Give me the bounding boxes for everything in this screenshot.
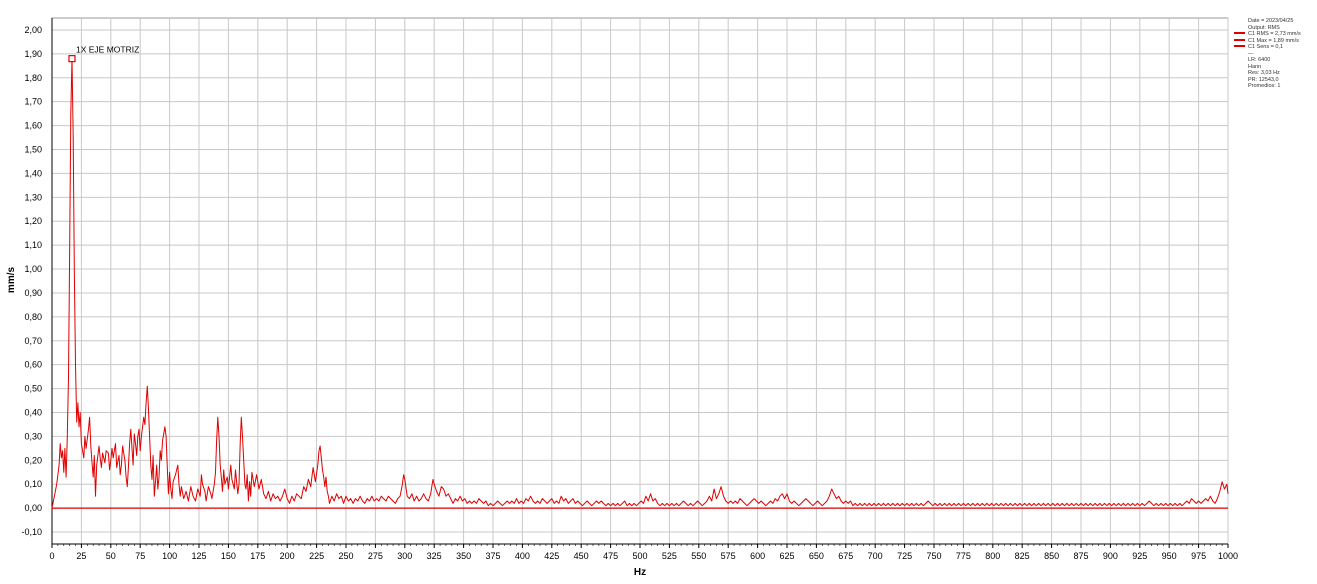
x-tick-label: 850 xyxy=(1044,551,1059,561)
x-tick-label: 275 xyxy=(368,551,383,561)
x-tick-label: 725 xyxy=(897,551,912,561)
x-tick-label: 425 xyxy=(544,551,559,561)
y-tick-label: 0,70 xyxy=(24,336,42,346)
y-axis-title: mm/s xyxy=(6,267,17,294)
x-tick-label: 0 xyxy=(49,551,54,561)
y-tick-label: 0,10 xyxy=(24,479,42,489)
x-tick-label: 250 xyxy=(338,551,353,561)
x-tick-labels: 0 25 50 75 100 125 150 175 200 225 250 275 300 325 350… xyxy=(49,551,1238,561)
x-tick-label: 1000 xyxy=(1218,551,1238,561)
y-tick-label: 1,20 xyxy=(24,216,42,226)
y-tick-label: 0,00 xyxy=(24,503,42,513)
x-tick-label: 325 xyxy=(427,551,442,561)
legend-swatch xyxy=(1234,45,1245,47)
x-tick-label: 25 xyxy=(76,551,86,561)
y-tick-label: 1,80 xyxy=(24,73,42,83)
x-tick-label: 125 xyxy=(191,551,206,561)
x-tick-label: 525 xyxy=(662,551,677,561)
x-tick-label: 750 xyxy=(926,551,941,561)
x-tick-label: 550 xyxy=(691,551,706,561)
y-tick-labels: -0,10 0,00 0,10 0,20 0,30 0,40 0,50 0,60 0,70 0,8… xyxy=(21,25,42,537)
x-tick-label: 350 xyxy=(456,551,471,561)
y-tick-label: 1,90 xyxy=(24,49,42,59)
y-tick-label: 1,30 xyxy=(24,192,42,202)
legend-text: LR: 6400 xyxy=(1248,57,1271,63)
x-tick-label: 600 xyxy=(750,551,765,561)
x-tick-label: 100 xyxy=(162,551,177,561)
x-tick-label: 800 xyxy=(985,551,1000,561)
legend-swatch xyxy=(1234,32,1245,34)
x-tick-label: 75 xyxy=(135,551,145,561)
legend-text: Res: 3,03 Hz xyxy=(1248,70,1280,76)
x-tick-label: 900 xyxy=(1103,551,1118,561)
x-tick-label: 500 xyxy=(632,551,647,561)
x-tick-label: 825 xyxy=(1015,551,1030,561)
legend-text: Hann xyxy=(1248,63,1262,70)
legend-text: C1 RMS = 2,73 mm/s xyxy=(1248,31,1301,37)
x-tick-label: 225 xyxy=(309,551,324,561)
peak-marker xyxy=(68,55,76,63)
x-tick-label: 650 xyxy=(809,551,824,561)
x-tick-label: 925 xyxy=(1132,551,1147,561)
legend-swatch xyxy=(1234,38,1245,41)
legend-text: C1 Sens = 0,1 xyxy=(1248,44,1284,50)
x-tick-label: 300 xyxy=(397,551,412,561)
x-tick-label: 50 xyxy=(106,551,116,561)
legend-text: — xyxy=(1248,50,1254,57)
grid xyxy=(51,17,1229,545)
legend-text: PR: 12543,0 xyxy=(1248,76,1279,83)
y-tick-label: 1,00 xyxy=(24,264,42,274)
x-tick-label: 875 xyxy=(1073,551,1088,561)
y-tick-label: 1,50 xyxy=(24,145,42,155)
x-tick-label: 150 xyxy=(221,551,236,561)
x-tick-label: 700 xyxy=(868,551,883,561)
y-tick-label: -0,10 xyxy=(21,527,42,537)
x-tick-label: 200 xyxy=(280,551,295,561)
y-tick-label: 0,20 xyxy=(24,455,42,465)
peak-annotation-label: 1X EJE MOTRIZ xyxy=(76,45,139,55)
legend-text: Date = 2023/04/25 xyxy=(1248,18,1294,24)
x-tick-label: 375 xyxy=(485,551,500,561)
x-tick-label: 975 xyxy=(1191,551,1206,561)
y-tick-label: 1,10 xyxy=(24,240,42,250)
legend-text: Promedios: 1 xyxy=(1248,83,1281,89)
y-tick-label: 0,40 xyxy=(24,408,42,418)
legend-text: C1 Max = 1,89 mm/s xyxy=(1248,37,1299,44)
y-tick-label: 0,30 xyxy=(24,431,42,441)
x-tick-label: 625 xyxy=(779,551,794,561)
y-tick-label: 0,50 xyxy=(24,384,42,394)
x-axis-title: Hz xyxy=(634,567,646,578)
y-tick-label: 1,70 xyxy=(24,97,42,107)
legend-text: Output: RMS xyxy=(1248,24,1280,31)
x-tick-label: 575 xyxy=(721,551,736,561)
x-tick-label: 450 xyxy=(574,551,589,561)
x-tick-label: 675 xyxy=(838,551,853,561)
y-tick-label: 1,40 xyxy=(24,168,42,178)
y-tick-label: 2,00 xyxy=(24,25,42,35)
y-tick-label: 0,90 xyxy=(24,288,42,298)
y-tick-label: 0,60 xyxy=(24,360,42,370)
x-tick-label: 775 xyxy=(956,551,971,561)
x-tick-label: 175 xyxy=(250,551,265,561)
legend-line: Promedios: 1 xyxy=(1234,83,1316,90)
x-tick-label: 400 xyxy=(515,551,530,561)
y-tick-label: 0,80 xyxy=(24,312,42,322)
legend-panel: Date = 2023/04/25 Output: RMS C1 RMS = 2,7… xyxy=(1234,18,1316,90)
spectrum-chart: -0,10 0,00 0,10 0,20 0,30 0,40 0,50 0,60 0,70 0,8… xyxy=(6,17,1238,578)
x-tick-label: 475 xyxy=(603,551,618,561)
y-tick-label: 1,60 xyxy=(24,121,42,131)
x-tick-label: 950 xyxy=(1162,551,1177,561)
